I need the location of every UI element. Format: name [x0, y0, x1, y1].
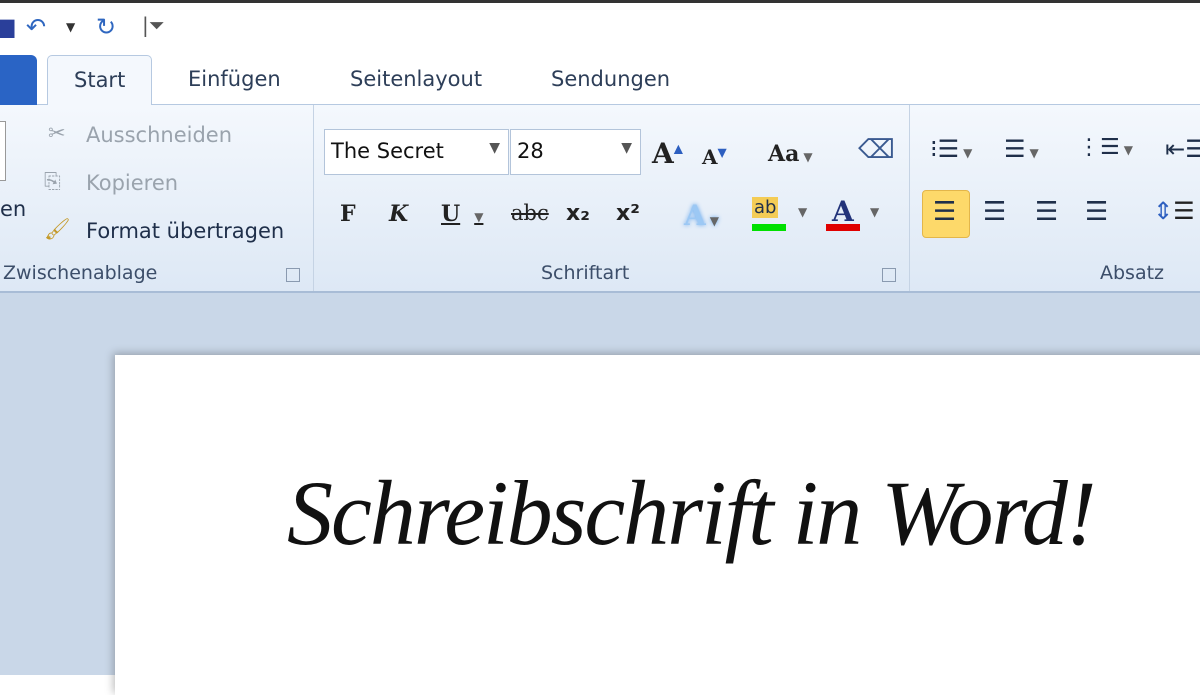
- change-case-button[interactable]: Aa ▼: [768, 141, 813, 167]
- multilevel-list-icon[interactable]: ⋮☰ ▼: [1078, 135, 1133, 160]
- numbering-icon[interactable]: ☰ ▼: [1004, 135, 1039, 163]
- dialog-launcher-icon[interactable]: [882, 268, 896, 282]
- customize-icon[interactable]: |⏷: [142, 13, 165, 37]
- undo-icon[interactable]: ↶: [26, 13, 46, 41]
- text-effects-button[interactable]: A ▼: [684, 199, 719, 232]
- paste-button-label[interactable]: en: [0, 197, 26, 221]
- group-label-paragraph: Absatz: [1100, 262, 1165, 284]
- copy-icon: ⎘: [44, 169, 61, 193]
- highlight-icon[interactable]: ab: [752, 197, 779, 218]
- ribbon-tabs: Start Einfügen Seitenlayout Sendungen: [0, 55, 1200, 106]
- bullets-icon[interactable]: ⁝☰ ▼: [930, 135, 972, 163]
- tab-sendungen[interactable]: Sendungen: [551, 67, 670, 91]
- decrease-indent-icon[interactable]: ⇤☰: [1165, 135, 1200, 163]
- font-color-swatch: [826, 224, 860, 231]
- scissors-icon: ✂: [48, 121, 66, 145]
- tab-start[interactable]: Start: [47, 55, 153, 106]
- font-size-value: 28: [517, 139, 544, 163]
- format-painter-icon: 🖌: [44, 217, 71, 241]
- undo-dropdown-icon[interactable]: ▼: [66, 20, 75, 34]
- justify-icon[interactable]: ☰: [1085, 197, 1108, 227]
- group-label-font: Schriftart: [541, 262, 630, 284]
- align-right-icon[interactable]: ☰: [1035, 197, 1058, 227]
- quick-access-toolbar: ■ ↶ ▼ ↻ |⏷: [0, 0, 1200, 55]
- document-page[interactable]: Schreibschrift in Word!: [115, 355, 1200, 695]
- underline-button[interactable]: U ▼: [441, 201, 483, 227]
- line-spacing-icon[interactable]: ⇕☰: [1153, 197, 1195, 225]
- font-name-value: The Secret: [331, 139, 444, 163]
- bold-button[interactable]: F: [340, 201, 356, 227]
- italic-button[interactable]: K: [389, 201, 408, 227]
- chevron-down-icon: ▼: [489, 140, 500, 156]
- tab-seitenlayout[interactable]: Seitenlayout: [350, 67, 482, 91]
- strikethrough-button[interactable]: abc: [511, 201, 549, 225]
- tab-einfuegen[interactable]: Einfügen: [188, 67, 281, 91]
- paste-icon[interactable]: [0, 121, 6, 181]
- tab-file[interactable]: [0, 55, 37, 105]
- shrink-font-button[interactable]: A▼: [702, 145, 727, 169]
- align-center-icon[interactable]: ☰: [983, 197, 1006, 227]
- font-color-dropdown-icon[interactable]: ▼: [870, 205, 879, 219]
- font-size-select[interactable]: 28 ▼: [510, 129, 641, 175]
- clear-formatting-icon[interactable]: ⌫: [858, 135, 895, 165]
- highlight-dropdown-icon[interactable]: ▼: [798, 205, 807, 219]
- document-text[interactable]: Schreibschrift in Word!: [287, 460, 1097, 566]
- format-painter-button[interactable]: Format übertragen: [86, 219, 284, 243]
- redo-icon[interactable]: ↻: [96, 13, 116, 41]
- group-label-clipboard: Zwischenablage: [3, 262, 158, 284]
- highlight-color-swatch: [752, 224, 786, 231]
- cut-button[interactable]: Ausschneiden: [86, 123, 232, 147]
- chevron-down-icon: ▼: [621, 140, 632, 156]
- subscript-button[interactable]: x₂: [566, 201, 590, 226]
- ribbon: en ✂ Ausschneiden ⎘ Kopieren 🖌 Format üb…: [0, 105, 1200, 293]
- copy-button[interactable]: Kopieren: [86, 171, 178, 195]
- font-name-select[interactable]: The Secret ▼: [324, 129, 509, 175]
- save-icon[interactable]: ■: [0, 13, 17, 41]
- superscript-button[interactable]: x²: [616, 201, 640, 226]
- align-left-icon: ☰: [933, 197, 957, 227]
- grow-font-button[interactable]: A▲: [652, 137, 683, 170]
- dialog-launcher-icon[interactable]: [286, 268, 300, 282]
- document-area: Schreibschrift in Word!: [0, 293, 1200, 695]
